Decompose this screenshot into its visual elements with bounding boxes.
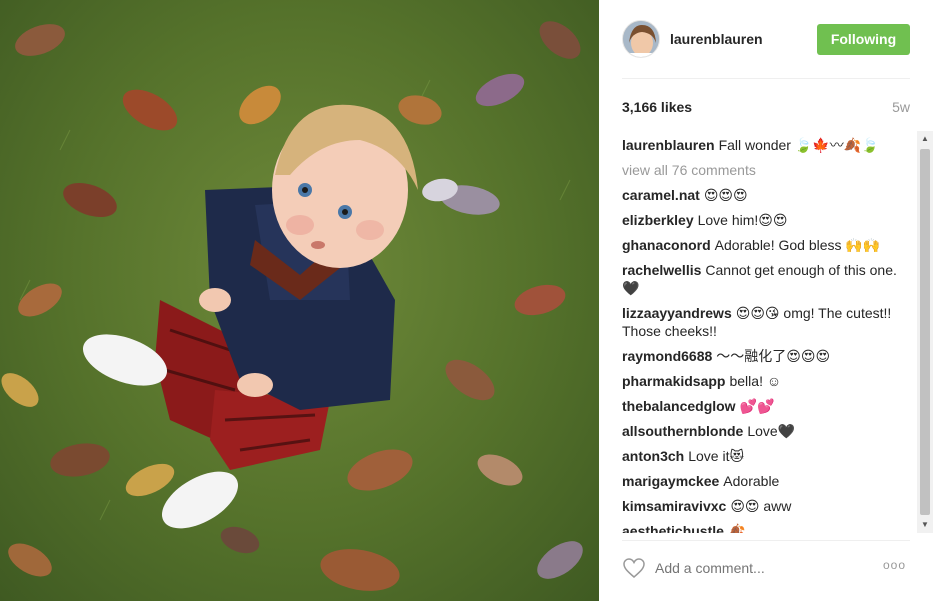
view-all-comments-link[interactable]: view all 76 comments bbox=[622, 161, 900, 179]
comment-text: Adorable! God bless 🙌🙌 bbox=[714, 237, 881, 253]
comment-text: 💕💕 bbox=[739, 398, 775, 414]
comment-username[interactable]: raymond6688 bbox=[622, 348, 712, 364]
comment-text: Love him!😍😍 bbox=[697, 212, 788, 228]
comment-text: Love it😻 bbox=[688, 448, 745, 464]
list-item: marigaymckee Adorable bbox=[622, 472, 900, 490]
comment-username[interactable]: aesthetichustle bbox=[622, 523, 724, 533]
more-options-button[interactable]: ooo bbox=[883, 558, 913, 578]
comment-text: 😍😍 aww bbox=[730, 498, 792, 514]
comment-username[interactable]: thebalancedglow bbox=[622, 398, 736, 414]
comment-text: bella! ☺ bbox=[729, 373, 782, 389]
list-item: anton3ch Love it😻 bbox=[622, 447, 900, 465]
comment-username[interactable]: marigaymckee bbox=[622, 473, 719, 489]
post-timestamp[interactable]: 5w bbox=[892, 99, 910, 115]
list-item: pharmakidsapp bella! ☺ bbox=[622, 372, 900, 390]
list-item: elizberkley Love him!😍😍 bbox=[622, 211, 900, 229]
comment-username[interactable]: allsouthernblonde bbox=[622, 423, 743, 439]
more-options-icon: ooo bbox=[883, 558, 907, 572]
divider bbox=[622, 78, 910, 79]
caption: laurenblauren Fall wonder 🍃🍁〰🍂🍃 bbox=[622, 136, 900, 154]
caption-text: Fall wonder 🍃🍁〰🍂🍃 bbox=[718, 137, 879, 153]
list-item: aesthetichustle 🍂 bbox=[622, 522, 900, 533]
comments-list[interactable]: laurenblauren Fall wonder 🍃🍁〰🍂🍃 view all … bbox=[622, 136, 900, 533]
like-button[interactable] bbox=[622, 556, 646, 580]
list-item: caramel.nat 😍😍😍 bbox=[622, 186, 900, 204]
add-comment-input[interactable] bbox=[655, 556, 865, 580]
heart-icon bbox=[623, 558, 645, 578]
caption-username[interactable]: laurenblauren bbox=[622, 137, 715, 153]
avatar[interactable] bbox=[622, 20, 660, 58]
following-button[interactable]: Following bbox=[817, 24, 910, 55]
divider bbox=[622, 540, 910, 541]
likes-count[interactable]: 3,166 likes bbox=[622, 99, 692, 115]
list-item: ghanaconord Adorable! God bless 🙌🙌 bbox=[622, 236, 900, 254]
list-item: allsouthernblonde Love🖤 bbox=[622, 422, 900, 440]
list-item: lizzaayyandrews 😍😍😘 omg! The cutest!! Tho… bbox=[622, 304, 900, 340]
comment-text: Love🖤 bbox=[747, 423, 796, 439]
comment-text: 😍😍😍 bbox=[703, 187, 748, 203]
list-item: thebalancedglow 💕💕 bbox=[622, 397, 900, 415]
comment-username[interactable]: anton3ch bbox=[622, 448, 684, 464]
list-item: kimsamiravivxc 😍😍 aww bbox=[622, 497, 900, 515]
post-photo bbox=[0, 0, 599, 601]
likes-row: 3,166 likes 5w bbox=[622, 99, 910, 117]
comment-username[interactable]: lizzaayyandrews bbox=[622, 305, 732, 321]
post-details-panel: laurenblauren Following 3,166 likes 5w l… bbox=[599, 0, 933, 601]
comment-username[interactable]: ghanaconord bbox=[622, 237, 711, 253]
comment-text: 〜〜融化了😍😍😍 bbox=[716, 348, 831, 364]
comment-text: Adorable bbox=[723, 473, 780, 489]
post-author-username[interactable]: laurenblauren bbox=[670, 31, 763, 47]
scroll-down-arrow-icon[interactable]: ▼ bbox=[917, 517, 933, 533]
post-header: laurenblauren Following bbox=[599, 0, 933, 79]
list-item: rachelwellis Cannot get enough of this on… bbox=[622, 261, 900, 297]
post-photo-illustration bbox=[1, 21, 583, 591]
comment-username[interactable]: pharmakidsapp bbox=[622, 373, 725, 389]
comment-username[interactable]: caramel.nat bbox=[622, 187, 700, 203]
scroll-up-arrow-icon[interactable]: ▲ bbox=[917, 131, 933, 147]
avatar-image bbox=[623, 21, 659, 57]
comment-text: 🍂 bbox=[727, 523, 746, 533]
comment-username[interactable]: kimsamiravivxc bbox=[622, 498, 726, 514]
list-item: raymond6688 〜〜融化了😍😍😍 bbox=[622, 347, 900, 365]
scrollbar-thumb[interactable] bbox=[920, 149, 930, 515]
comments-scrollbar[interactable]: ▲ ▼ bbox=[917, 131, 933, 533]
comment-username[interactable]: elizberkley bbox=[622, 212, 694, 228]
comment-username[interactable]: rachelwellis bbox=[622, 262, 701, 278]
